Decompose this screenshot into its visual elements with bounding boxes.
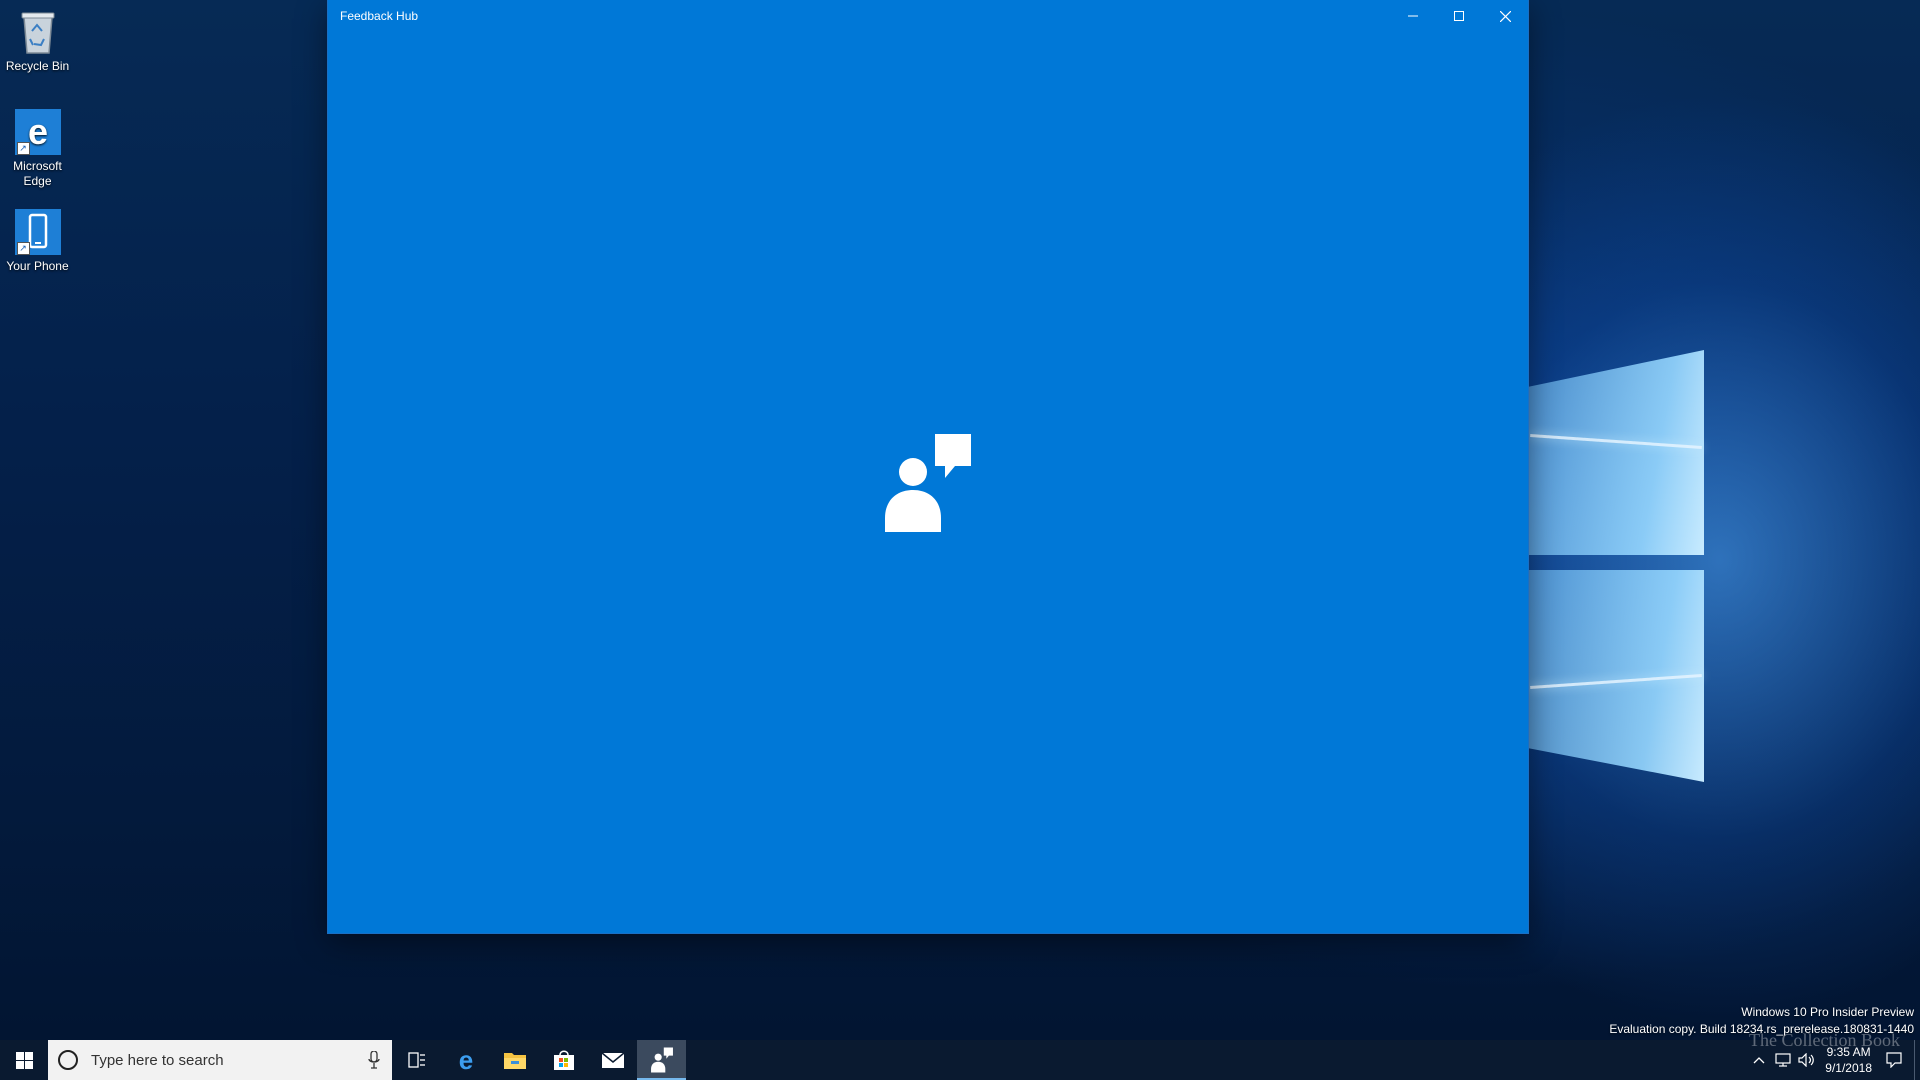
start-button[interactable] [0, 1040, 48, 1080]
windows-logo-top-pane [1528, 350, 1704, 555]
maximize-icon [1454, 11, 1464, 21]
watermark-edition: Windows 10 Pro Insider Preview [1741, 1005, 1914, 1019]
volume-icon [1798, 1053, 1815, 1067]
desktop-icon-your-phone[interactable]: ↗ Your Phone [0, 208, 75, 274]
desktop: Recycle Bin e ↗ Microsoft Edge ↗ Your Ph… [0, 0, 1920, 1080]
taskbar-file-explorer-button[interactable] [490, 1040, 539, 1080]
feedback-hub-splash-icon [885, 434, 971, 532]
close-button[interactable] [1482, 0, 1528, 32]
taskbar-edge-button[interactable]: e [441, 1040, 490, 1080]
task-view-button[interactable] [392, 1040, 441, 1080]
store-icon [553, 1050, 574, 1070]
overlay-watermark: The Collection Book [1749, 1030, 1900, 1050]
microphone-icon[interactable] [368, 1051, 380, 1069]
recycle-bin-icon [14, 8, 62, 56]
search-input[interactable] [89, 1050, 363, 1070]
edge-icon: e ↗ [14, 108, 62, 156]
desktop-icon-label: Your Phone [6, 259, 69, 273]
feedback-hub-window[interactable]: Feedback Hub [328, 0, 1528, 933]
mail-icon [601, 1052, 624, 1068]
maximize-button[interactable] [1436, 0, 1482, 32]
minimize-icon [1408, 15, 1418, 17]
clock-date: 9/1/2018 [1825, 1061, 1872, 1075]
taskbar: e [0, 1040, 1920, 1080]
close-icon [1499, 10, 1511, 22]
windows-start-icon [15, 1051, 33, 1069]
desktop-icon-label: Recycle Bin [5, 59, 70, 73]
task-view-icon [407, 1052, 425, 1068]
taskbar-mail-button[interactable] [588, 1040, 637, 1080]
taskbar-store-button[interactable] [539, 1040, 588, 1080]
edge-icon: e [458, 1048, 472, 1072]
window-title: Feedback Hub [340, 9, 419, 23]
network-icon [1775, 1053, 1791, 1067]
desktop-icon-recycle-bin[interactable]: Recycle Bin [0, 8, 75, 74]
minimize-button[interactable] [1390, 0, 1436, 32]
shortcut-arrow-icon: ↗ [16, 242, 30, 255]
chevron-up-icon [1753, 1057, 1765, 1064]
file-explorer-icon [503, 1053, 526, 1069]
phone-icon: ↗ [14, 208, 62, 256]
window-controls [1390, 0, 1528, 32]
shortcut-arrow-icon: ↗ [16, 142, 30, 155]
cortana-icon [58, 1050, 78, 1070]
svg-text:e: e [27, 111, 47, 152]
svg-text:e: e [458, 1048, 472, 1072]
show-desktop-button[interactable] [1914, 1040, 1920, 1080]
action-center-icon [1886, 1052, 1902, 1068]
window-titlebar[interactable]: Feedback Hub [328, 0, 1528, 32]
desktop-icon-microsoft-edge[interactable]: e ↗ Microsoft Edge [0, 108, 75, 189]
taskbar-feedback-hub-button[interactable] [637, 1040, 686, 1080]
taskbar-search-box[interactable] [48, 1040, 392, 1080]
desktop-icon-label: Microsoft Edge [13, 159, 62, 188]
feedback-hub-icon [650, 1047, 673, 1073]
